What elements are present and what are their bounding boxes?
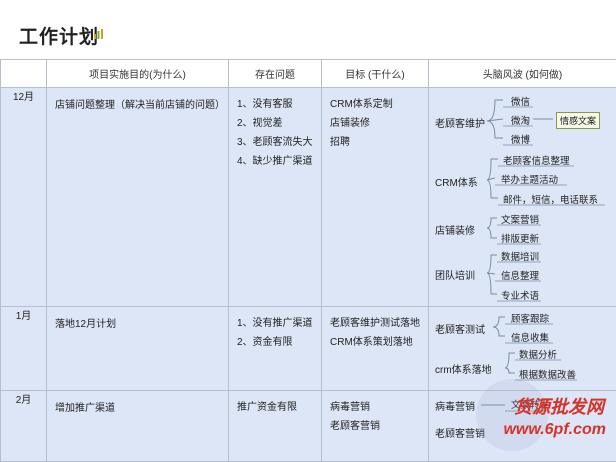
problems-list: 推广资金有限	[237, 398, 297, 417]
table-row: 12月 店铺问题整理（解决当前店铺的问题） 1、没有客服 2、视觉差 3、老顾客…	[1, 88, 616, 307]
goals-list: 病毒营销 老顾客营销	[330, 398, 380, 436]
page-title: 工作计划	[19, 22, 99, 49]
mindmap-leaf: 信息收集	[507, 329, 553, 345]
annotation-tag: 情感文案	[556, 112, 600, 129]
problems-cell: 1、没有客服 2、视觉差 3、老顾客流失大 4、缺少推广渠道	[229, 88, 322, 307]
goals-cell: CRM体系定制 店铺装修 招聘	[322, 88, 429, 307]
list-item: 1、没有推广渠道	[237, 314, 313, 333]
mindmap-leaf: 文案营销	[497, 211, 543, 227]
list-item: 老顾客营销	[330, 417, 380, 436]
goals-cell: 病毒营销 老顾客营销	[322, 391, 429, 462]
month-cell: 2月	[1, 391, 47, 462]
mindmap-leaf: 文案转发	[507, 396, 553, 412]
month-cell: 12月	[1, 88, 47, 307]
problems-cell: 推广资金有限	[229, 391, 322, 462]
list-item: 店铺装修	[330, 114, 393, 133]
list-item: 推广资金有限	[237, 398, 297, 417]
brainstorm-cell: 病毒营销 文案转发 老顾客营销	[429, 391, 616, 462]
purpose-cell: 店铺问题整理（解决当前店铺的问题）	[47, 88, 229, 307]
purpose-text: 店铺问题整理（解决当前店铺的问题）	[55, 96, 225, 111]
list-item: 病毒营销	[330, 398, 380, 417]
goals-list: CRM体系定制 店铺装修 招聘	[330, 95, 393, 152]
list-item: 1、没有客服	[237, 95, 313, 114]
header-cell-brainstorm: 头脑风波 (如何做)	[429, 60, 616, 88]
mindmap-node: 老顾客营销	[435, 425, 485, 440]
brainstorm-cell: 老顾客测试 顾客跟踪 信息收集 crm体系落地 数据分析 根据数据改善	[429, 307, 616, 391]
mindmap-leaf: 信息整理	[497, 267, 543, 283]
purpose-text: 增加推广渠道	[55, 399, 115, 414]
mindmap-node: crm体系落地	[435, 361, 492, 376]
problems-list: 1、没有推广渠道 2、资金有限	[237, 314, 313, 352]
brainstorm-cell: 老顾客维护 微信 微淘 微博 情感文案 CRM体系 老顾客信息整理 举办主题活动…	[429, 88, 616, 307]
mindmap-leaf: 根据数据改善	[515, 366, 580, 382]
title-bar: 工作计划	[0, 0, 616, 58]
mindmap-leaf: 专业术语	[497, 287, 543, 303]
mindmap-leaf: 数据分析	[515, 346, 561, 362]
header-cell-problems: 存在问题	[229, 60, 322, 88]
table-row: 1月 落地12月计划 1、没有推广渠道 2、资金有限 老顾客维护测试落地 CRM…	[1, 307, 616, 391]
list-item: 2、视觉差	[237, 114, 313, 133]
mindmap-leaf: 微信	[507, 93, 534, 109]
purpose-cell: 落地12月计划	[47, 307, 229, 391]
header-row: 项目实施目的(为什么) 存在问题 目标 (干什么) 头脑风波 (如何做)	[1, 60, 616, 88]
plan-table: 项目实施目的(为什么) 存在问题 目标 (干什么) 头脑风波 (如何做) 12月…	[0, 59, 616, 462]
mindmap: 老顾客维护 微信 微淘 微博 情感文案 CRM体系 老顾客信息整理 举办主题活动…	[429, 88, 616, 306]
mindmap: 老顾客测试 顾客跟踪 信息收集 crm体系落地 数据分析 根据数据改善	[429, 307, 616, 390]
problems-cell: 1、没有推广渠道 2、资金有限	[229, 307, 322, 391]
mindmap-node: 店铺装修	[435, 222, 475, 237]
list-item: 老顾客维护测试落地	[330, 314, 420, 333]
mindmap-leaf: 顾客跟踪	[507, 310, 553, 326]
mindmap-leaf: 举办主题活动	[497, 171, 562, 187]
mindmap-leaf: 微博	[507, 131, 534, 147]
mindmap-node: 老顾客维护	[435, 115, 485, 130]
goals-cell: 老顾客维护测试落地 CRM体系策划落地	[322, 307, 429, 391]
list-item: 2、资金有限	[237, 333, 313, 352]
header-cell-goals: 目标 (干什么)	[322, 60, 429, 88]
mindmap-node: 病毒营销	[435, 398, 475, 413]
header-cell-purpose: 项目实施目的(为什么)	[47, 60, 229, 88]
mindmap-leaf: 数据培训	[497, 248, 543, 264]
goals-list: 老顾客维护测试落地 CRM体系策划落地	[330, 314, 420, 352]
list-item: CRM体系定制	[330, 95, 393, 114]
purpose-text: 落地12月计划	[55, 315, 116, 330]
purpose-cell: 增加推广渠道	[47, 391, 229, 462]
work-plan-page: 工作计划 项目实施目的(为什么) 存在问题 目标 (干什么) 头脑风波 (如何做…	[0, 0, 616, 461]
mindmap-node: CRM体系	[435, 174, 478, 189]
table-row: 2月 增加推广渠道 推广资金有限 病毒营销 老顾客营销	[1, 391, 616, 462]
list-item: 4、缺少推广渠道	[237, 152, 313, 171]
problems-list: 1、没有客服 2、视觉差 3、老顾客流失大 4、缺少推广渠道	[237, 95, 313, 171]
list-item: 招聘	[330, 133, 393, 152]
mindmap-leaf: 微淘	[507, 112, 534, 128]
mindmap: 病毒营销 文案转发 老顾客营销	[429, 391, 616, 461]
mindmap-leaf: 排版更新	[497, 230, 543, 246]
mindmap-node: 团队培训	[435, 267, 475, 282]
chart-icon	[93, 28, 105, 40]
list-item: 3、老顾客流失大	[237, 133, 313, 152]
mindmap-leaf: 老顾客信息整理	[499, 152, 574, 168]
mindmap-leaf: 邮件，短信，电话联系	[499, 191, 602, 207]
month-cell: 1月	[1, 307, 47, 391]
header-cell-month	[1, 60, 47, 88]
mindmap-node: 老顾客测试	[435, 321, 485, 336]
list-item: CRM体系策划落地	[330, 333, 420, 352]
